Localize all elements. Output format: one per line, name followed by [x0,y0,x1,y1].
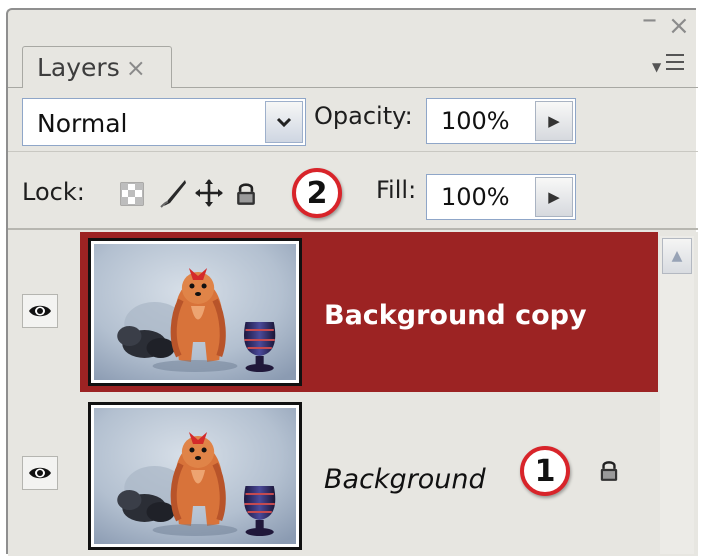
lock-image-pixels-icon[interactable] [158,178,188,212]
layer-thumbnail [88,402,302,550]
layer-name[interactable]: Background [324,464,486,495]
layer-row[interactable]: Background 1 [8,394,658,556]
visibility-column [8,232,78,392]
opacity-value: 100% [441,107,510,135]
chevron-down-icon[interactable] [265,101,303,143]
lock-transparent-pixels-icon[interactable] [120,182,144,210]
visibility-column [8,394,78,556]
scroll-up-icon[interactable]: ▲ [662,238,692,274]
menu-triangle-icon: ▼ [652,60,662,74]
minimize-button[interactable]: – [642,5,657,35]
tab-layers[interactable]: Layers × [22,46,172,88]
layer-thumbnail [88,238,302,386]
opacity-input[interactable]: 100% ▶ [426,98,576,144]
opacity-label: Opacity: [314,102,413,130]
opacity-arrow-icon[interactable]: ▶ [535,101,573,141]
tab-close-icon[interactable]: × [126,54,146,82]
blend-mode-value: Normal [37,109,128,138]
lock-position-icon[interactable] [194,178,224,212]
panel-menu-icon[interactable]: ▼ [652,50,692,80]
fill-label: Fill: [376,176,417,204]
blend-row: Normal Opacity: 100% ▶ [8,90,698,152]
lock-label: Lock: [22,178,85,206]
lock-row: Lock: 2 Fill: 100% ▶ [8,156,698,230]
callout-badge-2: 2 [292,168,342,218]
eye-icon[interactable] [22,456,58,490]
tab-strip: Layers × ▼ [8,38,698,88]
lock-all-icon[interactable] [234,180,258,210]
layers-list: Background copy Background 1 ▲ [8,232,698,556]
fill-arrow-icon[interactable]: ▶ [535,177,573,217]
close-panel-button[interactable]: × [668,12,690,40]
tab-label: Layers [37,53,120,82]
callout-badge-1: 1 [520,446,570,496]
fill-input[interactable]: 100% ▶ [426,174,576,220]
layer-body[interactable]: Background 1 [80,394,658,556]
layers-panel: – × Layers × ▼ Normal Opacity: 100% ▶ Lo… [6,5,698,556]
layer-body-selected[interactable]: Background copy [80,232,658,392]
blend-mode-select[interactable]: Normal [22,98,306,146]
layer-lock-icon [598,458,620,486]
eye-icon[interactable] [22,294,58,328]
menu-lines-icon [666,54,684,75]
layer-row[interactable]: Background copy [8,232,658,392]
layers-scrollbar[interactable]: ▲ [660,236,694,554]
layer-name[interactable]: Background copy [324,300,587,331]
fill-value: 100% [441,183,510,211]
